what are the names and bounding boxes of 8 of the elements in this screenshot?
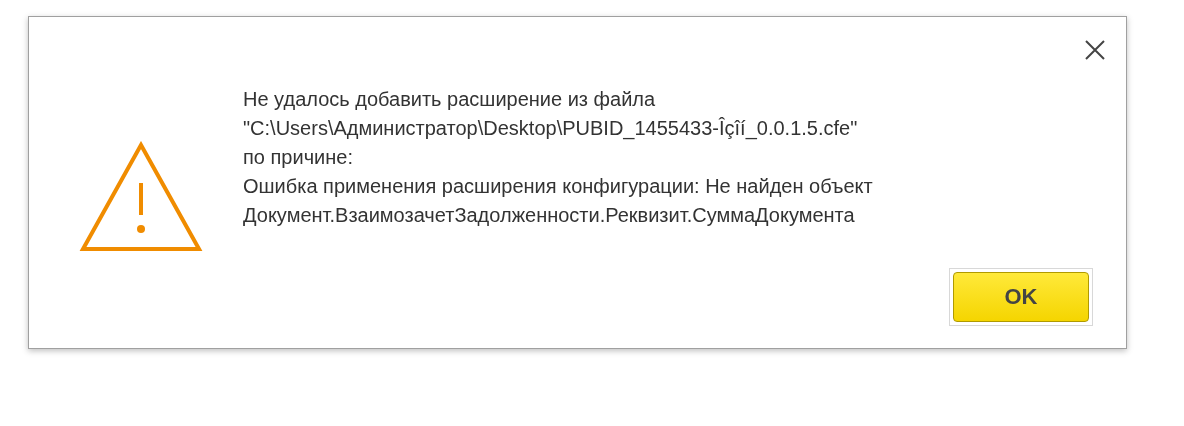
warning-icon [79,141,203,253]
close-icon[interactable] [1084,39,1106,61]
ok-button[interactable]: OK [953,272,1089,322]
message-text: Ошибка применения расширения конфигурации: Не найден объект [243,174,873,199]
message-text: Не удалось добавить расширение из файла [243,87,657,112]
message-text: по причине: [243,145,354,170]
message-text: "C:\Users\Администратор\Desktop\PUBID_1455433-Îçîí_0.0.1.5.cfe" [243,116,859,142]
message-text: Документ.ВзаимозачетЗадолженности.Реквизит.СуммаДокумента [243,203,856,228]
